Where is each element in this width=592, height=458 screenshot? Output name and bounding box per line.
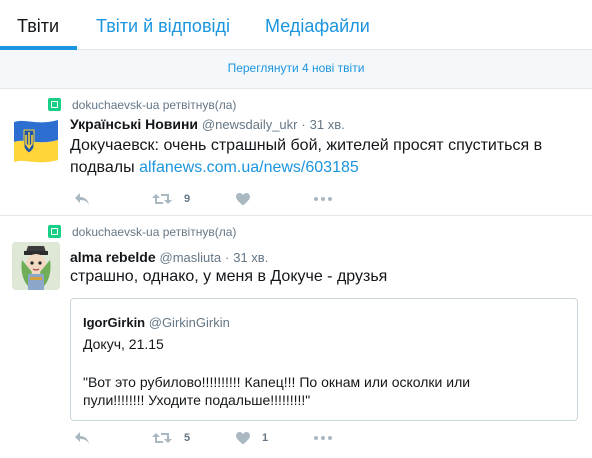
like-button[interactable] <box>236 189 250 209</box>
tweet-text: Докучаевск: очень страшный бой, жителей … <box>70 135 580 179</box>
author-handle[interactable]: @masliuta <box>160 250 222 265</box>
retweet-badge-icon <box>48 98 61 111</box>
retweet-count: 9 <box>184 193 191 205</box>
retweeted-by-text[interactable]: dokuchaevsk-ua ретвітнув(ла) <box>72 225 236 239</box>
retweeted-by-text[interactable]: dokuchaevsk-ua ретвітнув(ла) <box>72 98 236 112</box>
avatar[interactable] <box>12 116 60 164</box>
retweet-context: dokuchaevsk-ua ретвітнув(ла) <box>48 224 236 240</box>
separator-dot: · <box>301 117 306 132</box>
retweet-badge-icon <box>48 225 61 238</box>
tweet-time[interactable]: 31 хв. <box>310 117 345 132</box>
new-tweets-bar[interactable]: Переглянути 4 нові твіти <box>0 50 592 89</box>
tab-tweets-and-replies[interactable]: Твіти й відповіді <box>96 16 230 36</box>
like-icon <box>236 431 250 444</box>
reply-button[interactable] <box>74 189 90 209</box>
quoted-author-handle: @GirkinGirkin <box>148 315 230 330</box>
retweet-context: dokuchaevsk-ua ретвітнув(ла) <box>48 97 236 113</box>
retweet-count: 5 <box>184 432 191 444</box>
reply-button[interactable] <box>74 428 90 448</box>
profile-tabs: Твіти Твіти й відповіді Медіафайли <box>0 0 592 50</box>
retweet-button[interactable]: 9 <box>152 189 190 209</box>
new-tweets-link[interactable]: Переглянути 4 нові твіти <box>228 61 365 75</box>
tab-tweets[interactable]: Твіти <box>17 16 59 36</box>
tweet-time[interactable]: 31 хв. <box>233 250 268 265</box>
author-name[interactable]: alma rebelde <box>70 249 156 265</box>
quoted-author-name: IgorGirkin <box>83 315 146 330</box>
tweet[interactable]: dokuchaevsk-ua ретвітнув(ла) Українські … <box>0 89 592 216</box>
retweet-icon <box>152 194 172 204</box>
tweet[interactable]: dokuchaevsk-ua ретвітнув(ла) alma rebeld… <box>0 216 592 458</box>
tweet-header: Українські Новини @newsdaily_ukr · 31 хв… <box>70 115 345 134</box>
more-icon <box>314 436 332 440</box>
author-handle[interactable]: @newsdaily_ukr <box>202 117 298 132</box>
like-count: 1 <box>262 432 269 444</box>
quoted-tweet-header: IgorGirkin @GirkinGirkin <box>83 315 230 331</box>
like-icon <box>236 192 250 205</box>
retweet-button[interactable]: 5 <box>152 428 190 448</box>
avatar[interactable] <box>12 242 60 290</box>
reply-icon <box>75 432 89 444</box>
quoted-tweet[interactable]: IgorGirkin @GirkinGirkin Докуч, 21.15 "В… <box>70 298 578 421</box>
quoted-text-line: "Вот это рубилово!!!!!!!!!! Капец!!! По … <box>83 374 471 390</box>
like-button[interactable]: 1 <box>236 428 268 448</box>
more-button[interactable] <box>314 189 332 209</box>
more-button[interactable] <box>314 428 332 448</box>
tweet-header: alma rebelde @masliuta · 31 хв. <box>70 248 268 267</box>
tab-media[interactable]: Медіафайли <box>265 16 370 36</box>
more-icon <box>314 197 332 201</box>
ukraine-flag-avatar <box>14 120 58 163</box>
separator-dot: · <box>225 250 230 265</box>
tweet-link[interactable]: alfanews.com.ua/news/603185 <box>139 159 359 176</box>
tweet-text: страшно, однако, у меня в Докуче - друзь… <box>70 268 388 285</box>
quoted-text-line: Докуч, 21.15 <box>83 336 164 352</box>
reply-icon <box>75 193 89 205</box>
cartoon-character-avatar <box>12 242 60 290</box>
retweet-icon <box>152 433 172 443</box>
quoted-text-line: пули!!!!!!!! Уходите подальше!!!!!!!!!" <box>83 392 311 408</box>
author-name[interactable]: Українські Новини <box>70 116 198 132</box>
